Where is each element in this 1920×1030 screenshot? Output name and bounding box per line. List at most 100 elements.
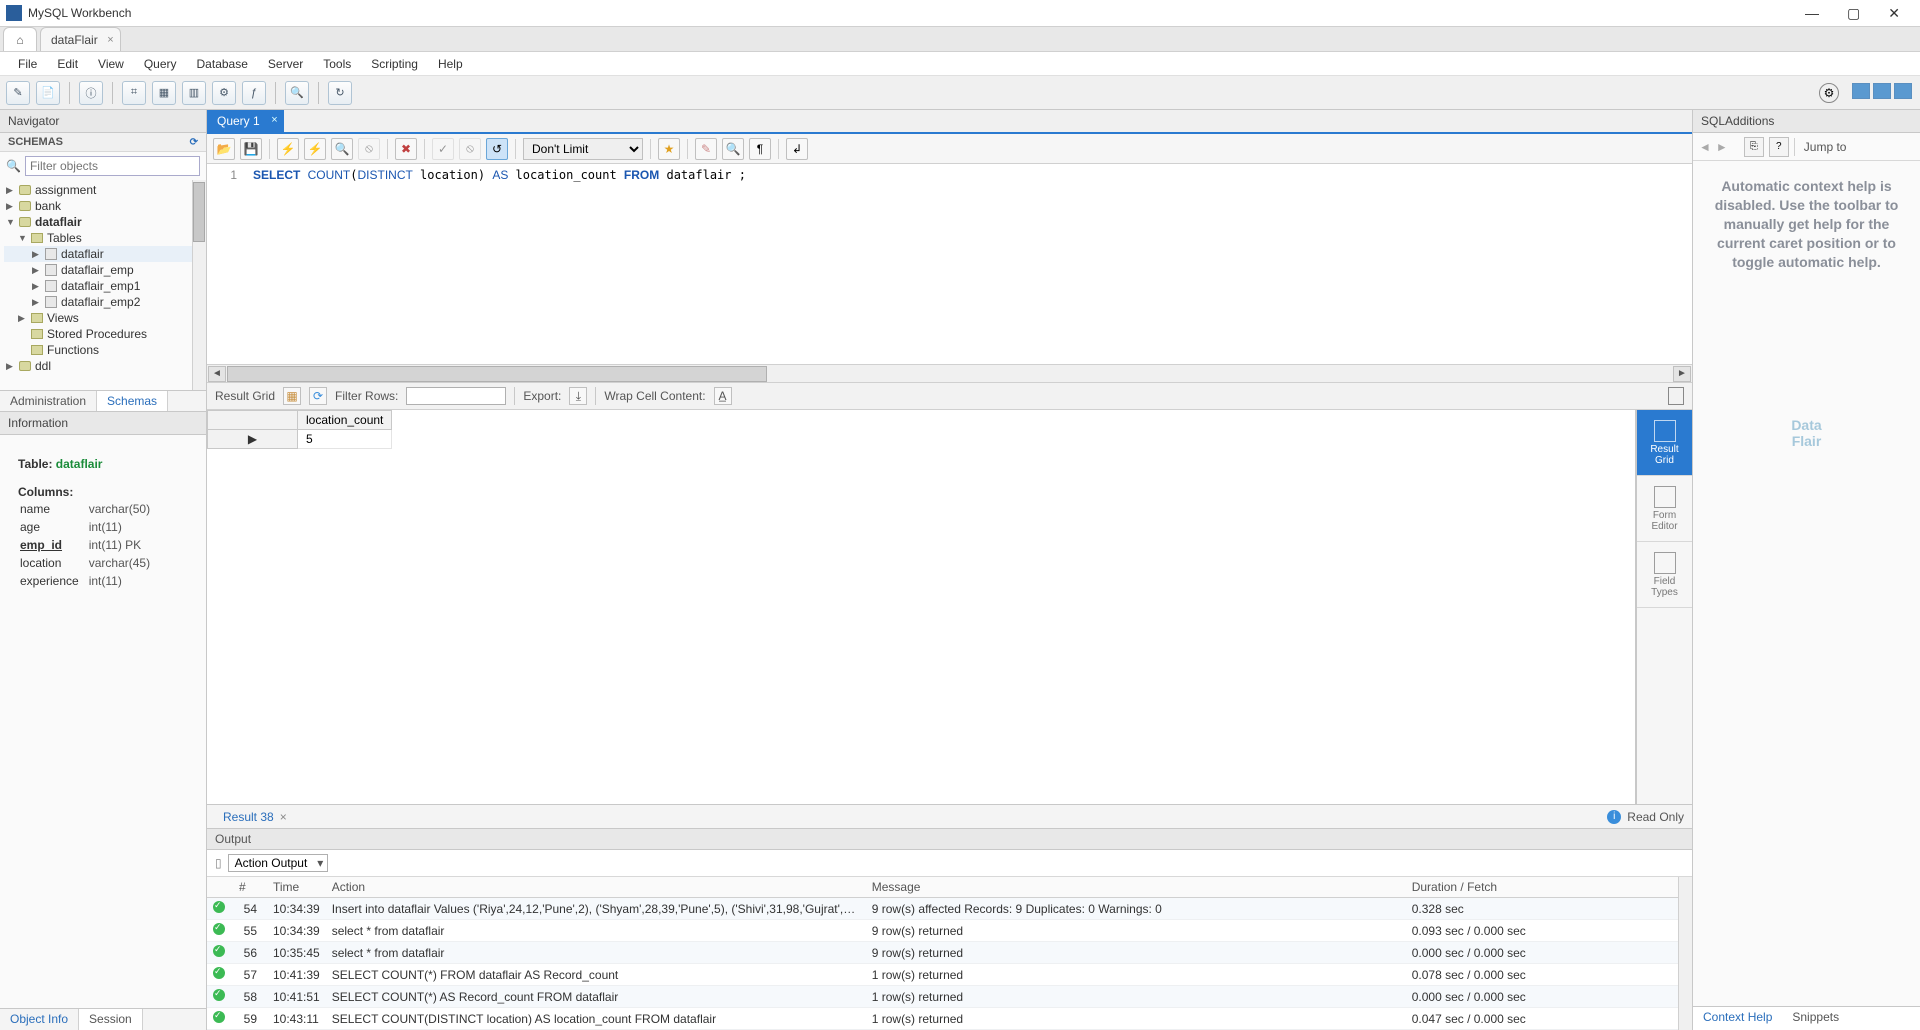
col-duration[interactable]: Duration / Fetch bbox=[1406, 877, 1678, 898]
output-row[interactable]: 5410:34:39Insert into dataflair Values (… bbox=[207, 898, 1678, 920]
inspector-button[interactable]: ⓘ bbox=[79, 81, 103, 105]
editor-hscrollbar[interactable]: ◄ ► bbox=[207, 364, 1692, 382]
views-folder[interactable]: ▶Views bbox=[4, 310, 202, 326]
schema-bank[interactable]: ▶bank bbox=[4, 198, 202, 214]
menu-help[interactable]: Help bbox=[428, 57, 473, 71]
word-wrap-button[interactable]: ↲ bbox=[786, 138, 808, 160]
stop-on-error-button[interactable]: ✖ bbox=[395, 138, 417, 160]
export-icon[interactable]: ⤓ bbox=[569, 387, 587, 405]
menu-database[interactable]: Database bbox=[187, 57, 258, 71]
create-fn-button[interactable]: ƒ bbox=[242, 81, 266, 105]
open-file-button[interactable]: 📂 bbox=[213, 138, 235, 160]
invisible-chars-button[interactable]: ¶ bbox=[749, 138, 771, 160]
create-sp-button[interactable]: ⚙ bbox=[212, 81, 236, 105]
tab-administration[interactable]: Administration bbox=[0, 391, 97, 411]
output-row[interactable]: 5710:41:39SELECT COUNT(*) FROM dataflair… bbox=[207, 964, 1678, 986]
sp-folder[interactable]: Stored Procedures bbox=[4, 326, 202, 342]
limit-select[interactable]: Don't Limit bbox=[523, 138, 643, 160]
sql-code[interactable]: SELECT COUNT(DISTINCT location) AS locat… bbox=[247, 164, 1692, 364]
execute-button[interactable]: ⚡ bbox=[277, 138, 299, 160]
forward-icon[interactable]: ► bbox=[1716, 140, 1728, 154]
refresh-icon[interactable]: ⟳ bbox=[309, 387, 327, 405]
result-grid-view-button[interactable]: Result Grid bbox=[1637, 410, 1692, 476]
scroll-left-icon[interactable]: ◄ bbox=[208, 366, 226, 382]
result-column-header[interactable]: location_count bbox=[298, 411, 392, 430]
table-dataflair-emp[interactable]: ▶dataflair_emp bbox=[4, 262, 202, 278]
output-row[interactable]: 5610:35:45select * from dataflair9 row(s… bbox=[207, 942, 1678, 964]
menu-scripting[interactable]: Scripting bbox=[361, 57, 428, 71]
tab-object-info[interactable]: Object Info bbox=[0, 1009, 79, 1030]
result-cell[interactable]: 5 bbox=[298, 430, 392, 449]
create-schema-button[interactable]: ⌗ bbox=[122, 81, 146, 105]
table-dataflair-emp2[interactable]: ▶dataflair_emp2 bbox=[4, 294, 202, 310]
maximize-button[interactable]: ▢ bbox=[1847, 5, 1860, 22]
toggle-right-panel-button[interactable] bbox=[1894, 83, 1912, 99]
beautify-button[interactable]: ★ bbox=[658, 138, 680, 160]
create-table-button[interactable]: ▦ bbox=[152, 81, 176, 105]
menu-file[interactable]: File bbox=[8, 57, 47, 71]
close-icon[interactable]: × bbox=[107, 34, 113, 46]
filter-rows-input[interactable] bbox=[406, 387, 506, 405]
tab-snippets[interactable]: Snippets bbox=[1782, 1007, 1849, 1030]
reconnect-button[interactable]: ↻ bbox=[328, 81, 352, 105]
home-tab[interactable]: ⌂ bbox=[3, 27, 37, 51]
wrap-icon[interactable]: A̲ bbox=[714, 387, 732, 405]
new-sql-tab-button[interactable]: ✎ bbox=[6, 81, 30, 105]
scroll-thumb[interactable] bbox=[227, 366, 767, 382]
query-tab-1[interactable]: Query 1 × bbox=[207, 110, 284, 132]
open-sql-button[interactable]: 📄 bbox=[36, 81, 60, 105]
grid-icon[interactable]: ▦ bbox=[283, 387, 301, 405]
col-action[interactable]: Action bbox=[326, 877, 866, 898]
toggle-bottom-panel-button[interactable] bbox=[1873, 83, 1891, 99]
save-button[interactable]: 💾 bbox=[240, 138, 262, 160]
auto-help-button[interactable]: ⎘ bbox=[1744, 137, 1764, 157]
menu-query[interactable]: Query bbox=[134, 57, 187, 71]
menu-tools[interactable]: Tools bbox=[313, 57, 361, 71]
close-button[interactable]: ✕ bbox=[1888, 5, 1900, 22]
output-row[interactable]: 5910:43:11SELECT COUNT(DISTINCT location… bbox=[207, 1008, 1678, 1030]
menu-edit[interactable]: Edit bbox=[47, 57, 88, 71]
filter-objects-input[interactable] bbox=[25, 156, 200, 176]
connection-tab[interactable]: dataFlair × bbox=[40, 27, 121, 51]
execute-current-button[interactable]: ⚡ bbox=[304, 138, 326, 160]
col-num[interactable]: # bbox=[233, 877, 267, 898]
sql-editor[interactable]: 1 SELECT COUNT(DISTINCT location) AS loc… bbox=[207, 164, 1692, 364]
output-type-select[interactable]: Action Output bbox=[228, 854, 329, 872]
menu-server[interactable]: Server bbox=[258, 57, 313, 71]
result-tab[interactable]: Result 38× bbox=[215, 807, 295, 827]
schema-dataflair[interactable]: ▼dataflair bbox=[4, 214, 202, 230]
close-icon[interactable]: × bbox=[280, 810, 287, 824]
schema-ddl[interactable]: ▶ddl bbox=[4, 358, 202, 374]
search-button[interactable]: 🔍 bbox=[285, 81, 309, 105]
toggle-sidebar-button[interactable] bbox=[1668, 387, 1684, 405]
form-editor-button[interactable]: Form Editor bbox=[1637, 476, 1692, 542]
autocommit-button[interactable]: ↺ bbox=[486, 138, 508, 160]
table-dataflair[interactable]: ▶dataflair bbox=[4, 246, 202, 262]
find-button[interactable]: 🔍 bbox=[722, 138, 744, 160]
settings-icon[interactable]: ⚙ bbox=[1819, 83, 1839, 103]
tables-folder[interactable]: ▼Tables bbox=[4, 230, 202, 246]
schema-assignment[interactable]: ▶assignment bbox=[4, 182, 202, 198]
tree-scrollbar[interactable] bbox=[192, 180, 206, 390]
field-types-button[interactable]: Field Types bbox=[1637, 542, 1692, 608]
back-icon[interactable]: ◄ bbox=[1699, 140, 1711, 154]
tab-schemas[interactable]: Schemas bbox=[97, 391, 168, 411]
table-dataflair-emp1[interactable]: ▶dataflair_emp1 bbox=[4, 278, 202, 294]
col-message[interactable]: Message bbox=[866, 877, 1406, 898]
minimize-button[interactable]: — bbox=[1805, 5, 1819, 22]
output-scrollbar[interactable] bbox=[1678, 877, 1692, 1030]
tab-session[interactable]: Session bbox=[79, 1009, 143, 1030]
output-row[interactable]: 5810:41:51SELECT COUNT(*) AS Record_coun… bbox=[207, 986, 1678, 1008]
create-view-button[interactable]: ▥ bbox=[182, 81, 206, 105]
tab-context-help[interactable]: Context Help bbox=[1693, 1007, 1782, 1030]
close-icon[interactable]: × bbox=[271, 114, 277, 126]
output-row[interactable]: 5510:34:39select * from dataflair9 row(s… bbox=[207, 920, 1678, 942]
brush-button[interactable]: ✎ bbox=[695, 138, 717, 160]
explain-button[interactable]: 🔍 bbox=[331, 138, 353, 160]
scroll-right-icon[interactable]: ► bbox=[1673, 366, 1691, 382]
refresh-icon[interactable]: ⟳ bbox=[190, 137, 198, 148]
menu-view[interactable]: View bbox=[88, 57, 134, 71]
col-time[interactable]: Time bbox=[267, 877, 326, 898]
fn-folder[interactable]: Functions bbox=[4, 342, 202, 358]
toggle-left-panel-button[interactable] bbox=[1852, 83, 1870, 99]
